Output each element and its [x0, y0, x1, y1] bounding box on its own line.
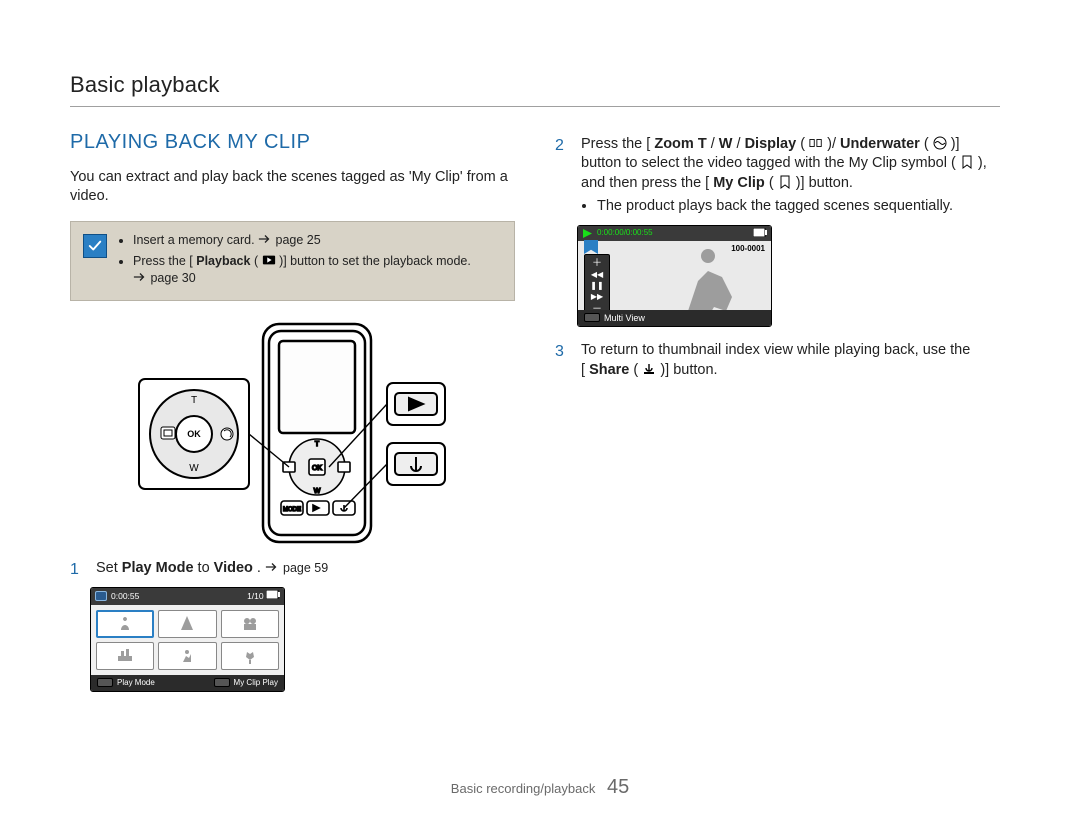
step-number: 1 — [70, 559, 86, 581]
myclip-tag-icon — [960, 155, 974, 169]
t-label: T — [190, 395, 196, 406]
screenshot-topbar: 0:00:55 1/10 — [91, 588, 284, 604]
running-head: Basic playback — [70, 70, 1000, 107]
step-1: 1 Set Play Mode to Video . page 59 — [70, 559, 515, 581]
thumbnail — [158, 610, 216, 638]
svg-text:T: T — [314, 441, 319, 448]
svg-text:OK: OK — [187, 429, 201, 439]
myclip-softkey-icon — [214, 678, 230, 687]
svg-text:MODE: MODE — [283, 507, 301, 513]
arrow-ref-icon — [133, 270, 147, 284]
arrow-ref-icon — [265, 560, 279, 574]
check-icon — [83, 234, 107, 258]
playback-area: 0:00:00/0:00:55 ＋ ◀◀ ❚❚ ▶▶ － — [578, 226, 771, 326]
display-icon — [809, 136, 823, 150]
note-item: Press the [ Playback ( )] button to set … — [133, 253, 471, 287]
page-ref: page 25 — [276, 233, 321, 247]
battery-icon — [266, 590, 280, 599]
step-text: Press the [ Zoom T / W / Display ( )/ Un… — [581, 135, 1000, 217]
thumbnail-index-screenshot: 0:00:55 1/10 Play Mode — [90, 587, 285, 692]
page-footer: Basic recording/playback 45 — [0, 774, 1080, 801]
arrow-ref-icon — [258, 232, 272, 246]
screenshot-topbar: 0:00:00/0:00:55 — [578, 226, 771, 241]
thumbnail — [221, 642, 279, 670]
right-column: 2 Press the [ Zoom T / W / Display ( )/ … — [555, 129, 1000, 693]
volume-up-icon: ＋ — [587, 257, 607, 271]
step-text: To return to thumbnail index view while … — [581, 341, 970, 380]
svg-text:W: W — [313, 488, 320, 495]
step-2: 2 Press the [ Zoom T / W / Display ( )/ … — [555, 135, 1000, 217]
screenshot-footer: Multi View — [578, 310, 771, 326]
multiview-softkey-icon — [584, 313, 600, 322]
note-text: )] button to set the playback mode. — [279, 254, 471, 268]
mode-softkey-icon — [97, 678, 113, 687]
svg-text:OK: OK — [311, 465, 321, 472]
playback-screenshot: 0:00:00/0:00:55 ＋ ◀◀ ❚❚ ▶▶ － — [577, 225, 772, 327]
video-mode-icon — [95, 591, 107, 601]
thumbnail — [96, 642, 154, 670]
manual-page: Basic playback PLAYING BACK MY CLIP You … — [0, 0, 1080, 825]
multiview-label: Multi View — [604, 312, 645, 324]
footer-section-label: Basic recording/playback — [451, 781, 596, 796]
note-text: Press the [ — [133, 254, 193, 268]
note-text: Insert a memory card. — [133, 233, 258, 247]
note-box: Insert a memory card. page 25 Press the … — [70, 221, 515, 302]
clip-counter: 1/10 — [247, 591, 264, 601]
underwater-icon — [933, 136, 947, 150]
play-indicator-icon — [582, 229, 593, 238]
left-column: PLAYING BACK MY CLIP You can extract and… — [70, 129, 515, 693]
page-number: 45 — [607, 776, 629, 798]
step-bullet: The product plays back the tagged scenes… — [597, 197, 1000, 217]
intro-text: You can extract and play back the scenes… — [70, 168, 515, 207]
share-icon — [642, 362, 656, 376]
myclip-bookmark-icon — [584, 240, 598, 254]
battery-icon — [753, 228, 767, 237]
step-number: 2 — [555, 135, 571, 217]
thumbnail — [96, 610, 154, 638]
page-ref: page 30 — [150, 271, 195, 285]
playback-label: Playback — [196, 254, 250, 268]
file-number: 100-0001 — [731, 244, 765, 255]
step-number: 3 — [555, 341, 571, 380]
svg-text:W: W — [189, 463, 199, 474]
clip-duration: 0:00:55 — [111, 591, 139, 602]
note-item: Insert a memory card. page 25 — [133, 232, 471, 249]
thumbnail — [221, 610, 279, 638]
section-title: PLAYING BACK MY CLIP — [70, 129, 515, 156]
thumbnail-grid — [91, 605, 284, 675]
play-in-box-icon — [262, 253, 276, 267]
transport-icons: ◀◀ ❚❚ ▶▶ — [587, 270, 607, 302]
myclip-button-icon — [778, 175, 792, 189]
note-list: Insert a memory card. page 25 Press the … — [117, 232, 471, 291]
step-text: Set Play Mode to Video . page 59 — [96, 559, 328, 581]
screenshot-footer: Play Mode My Clip Play — [91, 675, 284, 692]
timecode: 0:00:00/0:00:55 — [597, 228, 653, 239]
page-ref: page 59 — [283, 561, 328, 575]
step-3: 3 To return to thumbnail index view whil… — [555, 341, 1000, 380]
device-illustration: T W OK — [70, 319, 515, 549]
note-text: ( — [254, 254, 258, 268]
thumbnail — [158, 642, 216, 670]
